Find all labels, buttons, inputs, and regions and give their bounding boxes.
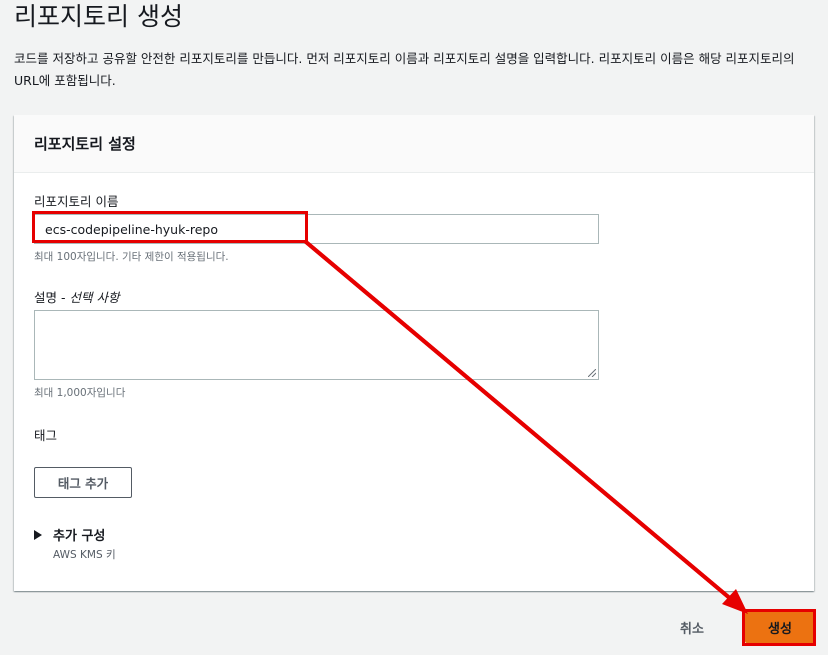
optional-tag: 선택 사항 xyxy=(69,290,120,305)
panel-header: 리포지토리 설정 xyxy=(14,115,814,173)
repository-name-hint: 최대 100자입니다. 기타 제한이 적용됩니다. xyxy=(34,251,229,263)
description-hint: 최대 1,000자입니다 xyxy=(34,387,126,399)
repository-settings-panel: 리포지토리 설정 리포지토리 이름 최대 100자입니다. 기타 제한이 적용됩… xyxy=(14,115,814,591)
description-label: 설명 - 선택 사항 xyxy=(34,287,119,306)
page-description: 코드를 저장하고 공유할 안전한 리포지토리를 만듭니다. 먼저 리포지토리 이… xyxy=(14,51,795,88)
repository-name-input[interactable] xyxy=(34,214,599,244)
additional-config-sub: AWS KMS 키 xyxy=(53,549,116,561)
create-button[interactable]: 생성 xyxy=(745,612,815,643)
tags-label: 태그 xyxy=(34,428,58,443)
page-title: 리포지토리 생성 xyxy=(14,2,183,31)
add-tag-button[interactable]: 태그 추가 xyxy=(34,467,132,498)
caret-right-icon xyxy=(34,529,42,540)
cancel-button[interactable]: 취소 xyxy=(664,611,720,643)
panel-title: 리포지토리 설정 xyxy=(34,135,136,153)
additional-config-label: 추가 구성 xyxy=(53,529,106,544)
repository-name-label: 리포지토리 이름 xyxy=(34,194,119,209)
description-label-text: 설명 - xyxy=(34,290,70,305)
description-textarea[interactable] xyxy=(34,310,599,380)
arrowhead-icon xyxy=(722,589,748,614)
additional-config-expander[interactable]: 추가 구성 xyxy=(34,525,105,544)
resize-grip-icon[interactable] xyxy=(588,369,596,377)
